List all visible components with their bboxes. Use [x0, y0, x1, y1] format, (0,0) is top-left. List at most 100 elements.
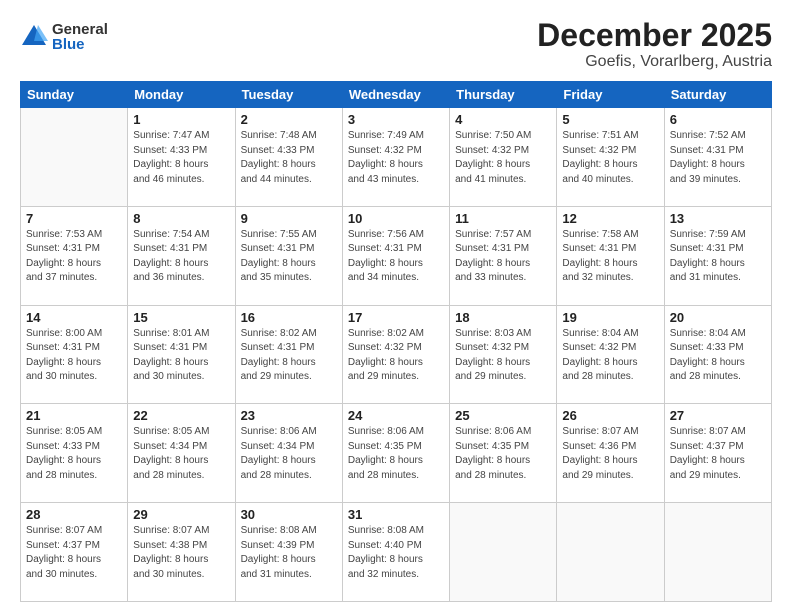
cell-day-number: 12: [562, 211, 658, 226]
cell-day-number: 31: [348, 507, 444, 522]
calendar-week-row: 1 Sunrise: 7:47 AM Sunset: 4:33 PM Daylig…: [21, 108, 772, 207]
cell-day-number: 14: [26, 310, 122, 325]
calendar-cell: 5 Sunrise: 7:51 AM Sunset: 4:32 PM Daylig…: [557, 108, 664, 207]
calendar-cell: 2 Sunrise: 7:48 AM Sunset: 4:33 PM Daylig…: [235, 108, 342, 207]
cell-day-number: 16: [241, 310, 337, 325]
logo-icon: [20, 23, 48, 51]
calendar-cell: 9 Sunrise: 7:55 AM Sunset: 4:31 PM Daylig…: [235, 206, 342, 305]
cell-day-number: 30: [241, 507, 337, 522]
calendar-cell: 31 Sunrise: 8:08 AM Sunset: 4:40 PM Dayli…: [342, 503, 449, 602]
cell-day-number: 4: [455, 112, 551, 127]
calendar-cell: 18Sunrise: 8:03 AM Sunset: 4:32 PM Dayli…: [450, 305, 557, 404]
page-subtitle: Goefis, Vorarlberg, Austria: [537, 53, 772, 71]
cell-info: Sunrise: 7:54 AM Sunset: 4:31 PM Dayligh…: [133, 228, 229, 286]
calendar-table: SundayMondayTuesdayWednesdayThursdayFrid…: [20, 81, 772, 602]
cell-info: Sunrise: 8:07 AM Sunset: 4:36 PM Dayligh…: [562, 425, 658, 483]
calendar-week-row: 28 Sunrise: 8:07 AM Sunset: 4:37 PM Dayli…: [21, 503, 772, 602]
calendar-cell: 10Sunrise: 7:56 AM Sunset: 4:31 PM Dayli…: [342, 206, 449, 305]
cell-day-number: 13: [670, 211, 766, 226]
cell-day-number: 15: [133, 310, 229, 325]
calendar-cell: 11Sunrise: 7:57 AM Sunset: 4:31 PM Dayli…: [450, 206, 557, 305]
calendar-header-tuesday: Tuesday: [235, 82, 342, 108]
title-block: December 2025 Goefis, Vorarlberg, Austri…: [537, 18, 772, 71]
cell-day-number: 10: [348, 211, 444, 226]
calendar-header-saturday: Saturday: [664, 82, 771, 108]
calendar-week-row: 14 Sunrise: 8:00 AM Sunset: 4:31 PM Dayli…: [21, 305, 772, 404]
calendar-cell: 25 Sunrise: 8:06 AM Sunset: 4:35 PM Dayli…: [450, 404, 557, 503]
calendar-header-wednesday: Wednesday: [342, 82, 449, 108]
cell-day-number: 21: [26, 408, 122, 423]
calendar-cell: 8Sunrise: 7:54 AM Sunset: 4:31 PM Daylig…: [128, 206, 235, 305]
cell-day-number: 9: [241, 211, 337, 226]
cell-day-number: 2: [241, 112, 337, 127]
calendar-cell: 29 Sunrise: 8:07 AM Sunset: 4:38 PM Dayli…: [128, 503, 235, 602]
calendar-header-thursday: Thursday: [450, 82, 557, 108]
cell-info: Sunrise: 8:01 AM Sunset: 4:31 PM Dayligh…: [133, 327, 229, 385]
cell-info: Sunrise: 8:05 AM Sunset: 4:33 PM Dayligh…: [26, 425, 122, 483]
calendar-week-row: 21 Sunrise: 8:05 AM Sunset: 4:33 PM Dayli…: [21, 404, 772, 503]
cell-info: Sunrise: 8:02 AM Sunset: 4:32 PM Dayligh…: [348, 327, 444, 385]
cell-info: Sunrise: 7:52 AM Sunset: 4:31 PM Dayligh…: [670, 129, 766, 187]
cell-day-number: 17: [348, 310, 444, 325]
calendar-cell: 27Sunrise: 8:07 AM Sunset: 4:37 PM Dayli…: [664, 404, 771, 503]
cell-info: Sunrise: 7:57 AM Sunset: 4:31 PM Dayligh…: [455, 228, 551, 286]
cell-day-number: 29: [133, 507, 229, 522]
cell-info: Sunrise: 8:06 AM Sunset: 4:35 PM Dayligh…: [348, 425, 444, 483]
cell-info: Sunrise: 8:07 AM Sunset: 4:37 PM Dayligh…: [26, 524, 122, 582]
cell-info: Sunrise: 8:05 AM Sunset: 4:34 PM Dayligh…: [133, 425, 229, 483]
calendar-cell: [557, 503, 664, 602]
calendar-header-monday: Monday: [128, 82, 235, 108]
logo-blue-text: Blue: [52, 37, 108, 52]
calendar-header-row: SundayMondayTuesdayWednesdayThursdayFrid…: [21, 82, 772, 108]
cell-info: Sunrise: 8:07 AM Sunset: 4:38 PM Dayligh…: [133, 524, 229, 582]
cell-info: Sunrise: 8:08 AM Sunset: 4:40 PM Dayligh…: [348, 524, 444, 582]
cell-day-number: 7: [26, 211, 122, 226]
cell-day-number: 3: [348, 112, 444, 127]
cell-info: Sunrise: 8:08 AM Sunset: 4:39 PM Dayligh…: [241, 524, 337, 582]
calendar-cell: 13Sunrise: 7:59 AM Sunset: 4:31 PM Dayli…: [664, 206, 771, 305]
calendar-cell: 28 Sunrise: 8:07 AM Sunset: 4:37 PM Dayli…: [21, 503, 128, 602]
calendar-cell: [450, 503, 557, 602]
cell-info: Sunrise: 8:04 AM Sunset: 4:33 PM Dayligh…: [670, 327, 766, 385]
calendar-cell: 26 Sunrise: 8:07 AM Sunset: 4:36 PM Dayli…: [557, 404, 664, 503]
cell-day-number: 5: [562, 112, 658, 127]
cell-info: Sunrise: 7:47 AM Sunset: 4:33 PM Dayligh…: [133, 129, 229, 187]
calendar-cell: 16 Sunrise: 8:02 AM Sunset: 4:31 PM Dayli…: [235, 305, 342, 404]
calendar-cell: 1 Sunrise: 7:47 AM Sunset: 4:33 PM Daylig…: [128, 108, 235, 207]
calendar-week-row: 7 Sunrise: 7:53 AM Sunset: 4:31 PM Daylig…: [21, 206, 772, 305]
cell-day-number: 25: [455, 408, 551, 423]
header: General Blue December 2025 Goefis, Vorar…: [20, 18, 772, 71]
logo-text: General Blue: [52, 22, 108, 52]
cell-info: Sunrise: 7:51 AM Sunset: 4:32 PM Dayligh…: [562, 129, 658, 187]
calendar-cell: [21, 108, 128, 207]
calendar-cell: 4 Sunrise: 7:50 AM Sunset: 4:32 PM Daylig…: [450, 108, 557, 207]
cell-info: Sunrise: 7:53 AM Sunset: 4:31 PM Dayligh…: [26, 228, 122, 286]
calendar-cell: 17 Sunrise: 8:02 AM Sunset: 4:32 PM Dayli…: [342, 305, 449, 404]
cell-info: Sunrise: 8:07 AM Sunset: 4:37 PM Dayligh…: [670, 425, 766, 483]
cell-info: Sunrise: 8:06 AM Sunset: 4:35 PM Dayligh…: [455, 425, 551, 483]
calendar-cell: 22Sunrise: 8:05 AM Sunset: 4:34 PM Dayli…: [128, 404, 235, 503]
cell-info: Sunrise: 7:50 AM Sunset: 4:32 PM Dayligh…: [455, 129, 551, 187]
calendar-cell: 21 Sunrise: 8:05 AM Sunset: 4:33 PM Dayli…: [21, 404, 128, 503]
cell-info: Sunrise: 7:48 AM Sunset: 4:33 PM Dayligh…: [241, 129, 337, 187]
cell-info: Sunrise: 8:04 AM Sunset: 4:32 PM Dayligh…: [562, 327, 658, 385]
cell-info: Sunrise: 8:00 AM Sunset: 4:31 PM Dayligh…: [26, 327, 122, 385]
cell-info: Sunrise: 7:58 AM Sunset: 4:31 PM Dayligh…: [562, 228, 658, 286]
cell-day-number: 19: [562, 310, 658, 325]
cell-day-number: 6: [670, 112, 766, 127]
calendar-cell: 19 Sunrise: 8:04 AM Sunset: 4:32 PM Dayli…: [557, 305, 664, 404]
calendar-cell: 3Sunrise: 7:49 AM Sunset: 4:32 PM Daylig…: [342, 108, 449, 207]
cell-day-number: 20: [670, 310, 766, 325]
cell-day-number: 26: [562, 408, 658, 423]
page: General Blue December 2025 Goefis, Vorar…: [0, 0, 792, 612]
cell-day-number: 1: [133, 112, 229, 127]
cell-day-number: 28: [26, 507, 122, 522]
calendar-cell: 15 Sunrise: 8:01 AM Sunset: 4:31 PM Dayli…: [128, 305, 235, 404]
calendar-cell: 6 Sunrise: 7:52 AM Sunset: 4:31 PM Daylig…: [664, 108, 771, 207]
cell-info: Sunrise: 7:55 AM Sunset: 4:31 PM Dayligh…: [241, 228, 337, 286]
cell-info: Sunrise: 8:03 AM Sunset: 4:32 PM Dayligh…: [455, 327, 551, 385]
calendar-header-friday: Friday: [557, 82, 664, 108]
calendar-cell: 24Sunrise: 8:06 AM Sunset: 4:35 PM Dayli…: [342, 404, 449, 503]
cell-info: Sunrise: 8:06 AM Sunset: 4:34 PM Dayligh…: [241, 425, 337, 483]
cell-info: Sunrise: 8:02 AM Sunset: 4:31 PM Dayligh…: [241, 327, 337, 385]
